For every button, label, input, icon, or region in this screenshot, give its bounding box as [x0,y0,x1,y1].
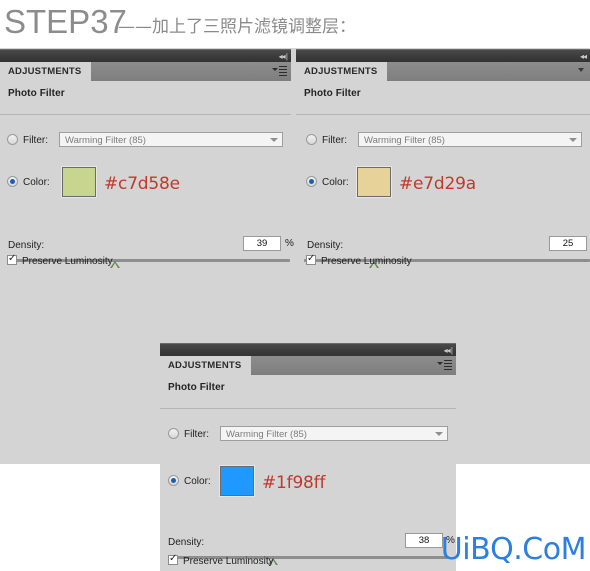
chevron-down-icon[interactable] [431,426,447,441]
color-row-1: Color: #c7d58e [0,167,291,201]
panel-menu-icon[interactable] [437,359,452,371]
filter-select-3[interactable]: Warming Filter (85) [220,426,448,441]
color-swatch-1[interactable] [62,167,96,197]
density-row-2: Density: 25 % [296,236,590,253]
density-value-2: 25 [562,238,574,249]
filter-label-3: Filter: [184,429,209,440]
density-input-3[interactable]: 38 [405,533,443,548]
filter-row-1: Filter: Warming Filter (85) [0,132,291,148]
density-row-3: Density: 38 % [160,533,456,550]
panel-titlebar-3[interactable]: ◂◂ | [160,343,456,356]
divider [296,114,590,115]
color-hex-1: #c7d58e [104,174,180,194]
color-label-1: Color: [23,177,50,188]
color-radio-2[interactable] [306,176,317,187]
chevron-down-icon[interactable] [565,132,581,147]
preserve-row-2: Preserve Luminosity [296,253,590,270]
panel-tabstrip-1: ADJUSTMENTS [0,62,291,81]
panel-header-1: Photo Filter [8,88,65,99]
panel-menu-icon[interactable] [272,65,287,77]
tab-adjustments-1[interactable]: ADJUSTMENTS [0,62,92,81]
chevron-down-icon[interactable] [266,132,282,147]
preserve-luminosity-checkbox-1[interactable] [7,253,17,265]
panel-tabstrip-2: ADJUSTMENTS [296,62,590,81]
density-label-2: Density: [307,240,344,251]
divider [160,408,456,409]
adjustments-panel-3: ◂◂ | ADJUSTMENTS Photo Filter Filter: Wa… [160,343,456,571]
filter-select-value-2: Warming Filter (85) [364,135,445,146]
preserve-luminosity-label-3: Preserve Luminosity [183,556,274,567]
tab-adjustments-3[interactable]: ADJUSTMENTS [160,356,252,375]
panel-header-2: Photo Filter [304,88,361,99]
collapse-icon[interactable]: ◂◂ | [444,345,453,356]
filter-row-3: Filter: Warming Filter (85) [160,426,456,442]
filter-label-1: Filter: [23,135,48,146]
density-unit-1: % [285,238,294,249]
step-label: STEP37 [4,3,127,40]
color-label-3: Color: [184,476,211,487]
density-value-1: 39 [256,238,268,249]
color-row-2: Color: #e7d29a [296,167,590,201]
filter-select-1[interactable]: Warming Filter (85) [59,132,283,147]
preserve-row-1: Preserve Luminosity [0,253,291,270]
density-input-2[interactable]: 25 [549,236,587,251]
preserve-luminosity-label-2: Preserve Luminosity [321,256,412,267]
page-title: STEP37 ——加上了三照片滤镜调整层： [0,0,590,48]
site-watermark: UiBQ.CoM [440,532,587,567]
preserve-luminosity-checkbox-2[interactable] [306,253,316,265]
filter-radio-2[interactable] [306,134,317,145]
panel-header-3: Photo Filter [168,382,225,393]
density-label-1: Density: [8,240,45,251]
density-row-1: Density: 39 % [0,236,294,253]
color-hex-2: #e7d29a [399,174,476,194]
divider [0,114,291,115]
color-radio-3[interactable] [168,475,179,486]
adjustments-panel-1: ◂◂ | ADJUSTMENTS Photo Filter Filter: Wa… [0,49,294,270]
color-swatch-2[interactable] [357,167,391,197]
preserve-luminosity-label-1: Preserve Luminosity [22,256,113,267]
collapse-icon[interactable]: ◂◂ [580,51,587,62]
filter-select-value-3: Warming Filter (85) [226,429,307,440]
chevron-down-icon[interactable] [578,68,584,72]
color-hex-3: #1f98ff [262,473,326,493]
filter-radio-3[interactable] [168,428,179,439]
color-row-3: Color: #1f98ff [160,466,456,500]
filter-row-2: Filter: Warming Filter (85) [296,132,590,148]
density-label-3: Density: [168,537,205,548]
screenshot-root: STEP37 ——加上了三照片滤镜调整层： ◂◂ | ADJUSTMENTS P… [0,0,590,571]
preserve-luminosity-checkbox-3[interactable] [168,553,178,565]
step-description: ——加上了三照片滤镜调整层： [118,17,356,37]
tab-adjustments-2[interactable]: ADJUSTMENTS [296,62,388,81]
filter-select-2[interactable]: Warming Filter (85) [358,132,582,147]
color-radio-1[interactable] [7,176,18,187]
adjustments-panel-2: ◂◂ ADJUSTMENTS Photo Filter Filter: Warm… [296,49,590,269]
panel-tabstrip-3: ADJUSTMENTS [160,356,456,375]
panel-titlebar-1[interactable]: ◂◂ | [0,49,291,62]
color-label-2: Color: [322,177,349,188]
filter-label-2: Filter: [322,135,347,146]
density-value-3: 38 [418,535,430,546]
filter-radio-1[interactable] [7,134,18,145]
color-swatch-3[interactable] [220,466,254,496]
collapse-icon[interactable]: ◂◂ | [279,51,288,62]
density-input-1[interactable]: 39 [243,236,281,251]
filter-select-value-1: Warming Filter (85) [65,135,146,146]
panel-titlebar-2[interactable]: ◂◂ [296,49,590,62]
preserve-row-3: Preserve Luminosity [160,553,456,570]
